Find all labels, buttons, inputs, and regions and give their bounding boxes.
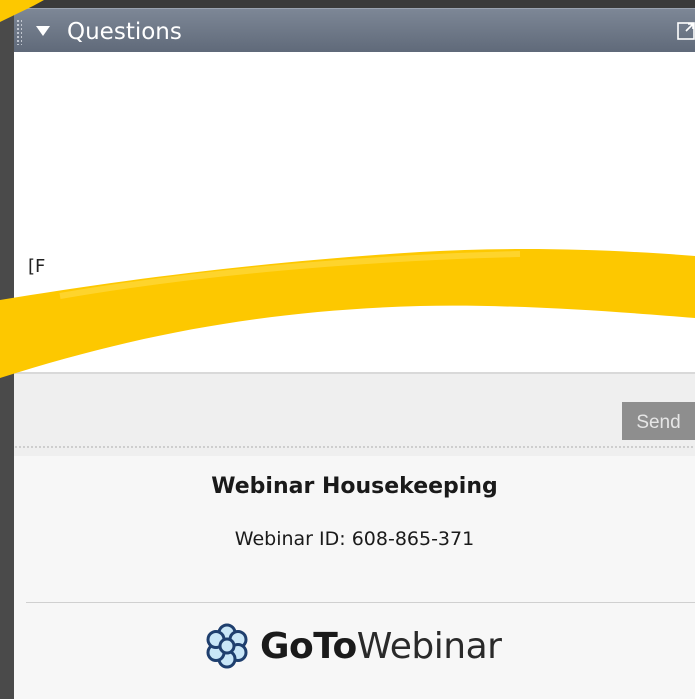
footer-divider <box>26 602 695 603</box>
top-bar <box>14 0 695 8</box>
left-rail <box>0 0 14 699</box>
collapse-triangle-icon[interactable] <box>36 26 50 36</box>
header-title: Questions <box>67 19 182 45</box>
footer-title: Webinar Housekeeping <box>211 474 498 499</box>
gotowebinar-flower-icon <box>206 623 248 669</box>
questions-panel: Questions [F Send Webinar Housekeeping W… <box>14 0 695 699</box>
popout-icon[interactable] <box>677 22 695 40</box>
gotowebinar-logo: GoToWebinar <box>204 616 502 676</box>
brand-bold: GoTo <box>260 625 357 667</box>
question-input-text: [F <box>28 256 46 277</box>
drag-grip-icon[interactable] <box>16 19 22 45</box>
webinar-id: Webinar ID: 608-865-371 <box>234 528 475 550</box>
question-input[interactable]: [F <box>14 252 695 374</box>
send-row: Send <box>14 374 695 442</box>
resize-separator[interactable] <box>14 440 695 456</box>
send-button[interactable]: Send <box>622 402 695 442</box>
questions-log <box>14 52 695 252</box>
brand-light: Webinar <box>356 625 502 667</box>
brand-wordmark: GoToWebinar <box>260 625 502 667</box>
questions-header[interactable]: Questions <box>14 8 695 53</box>
housekeeping-footer: Webinar Housekeeping Webinar ID: 608-865… <box>14 456 695 699</box>
